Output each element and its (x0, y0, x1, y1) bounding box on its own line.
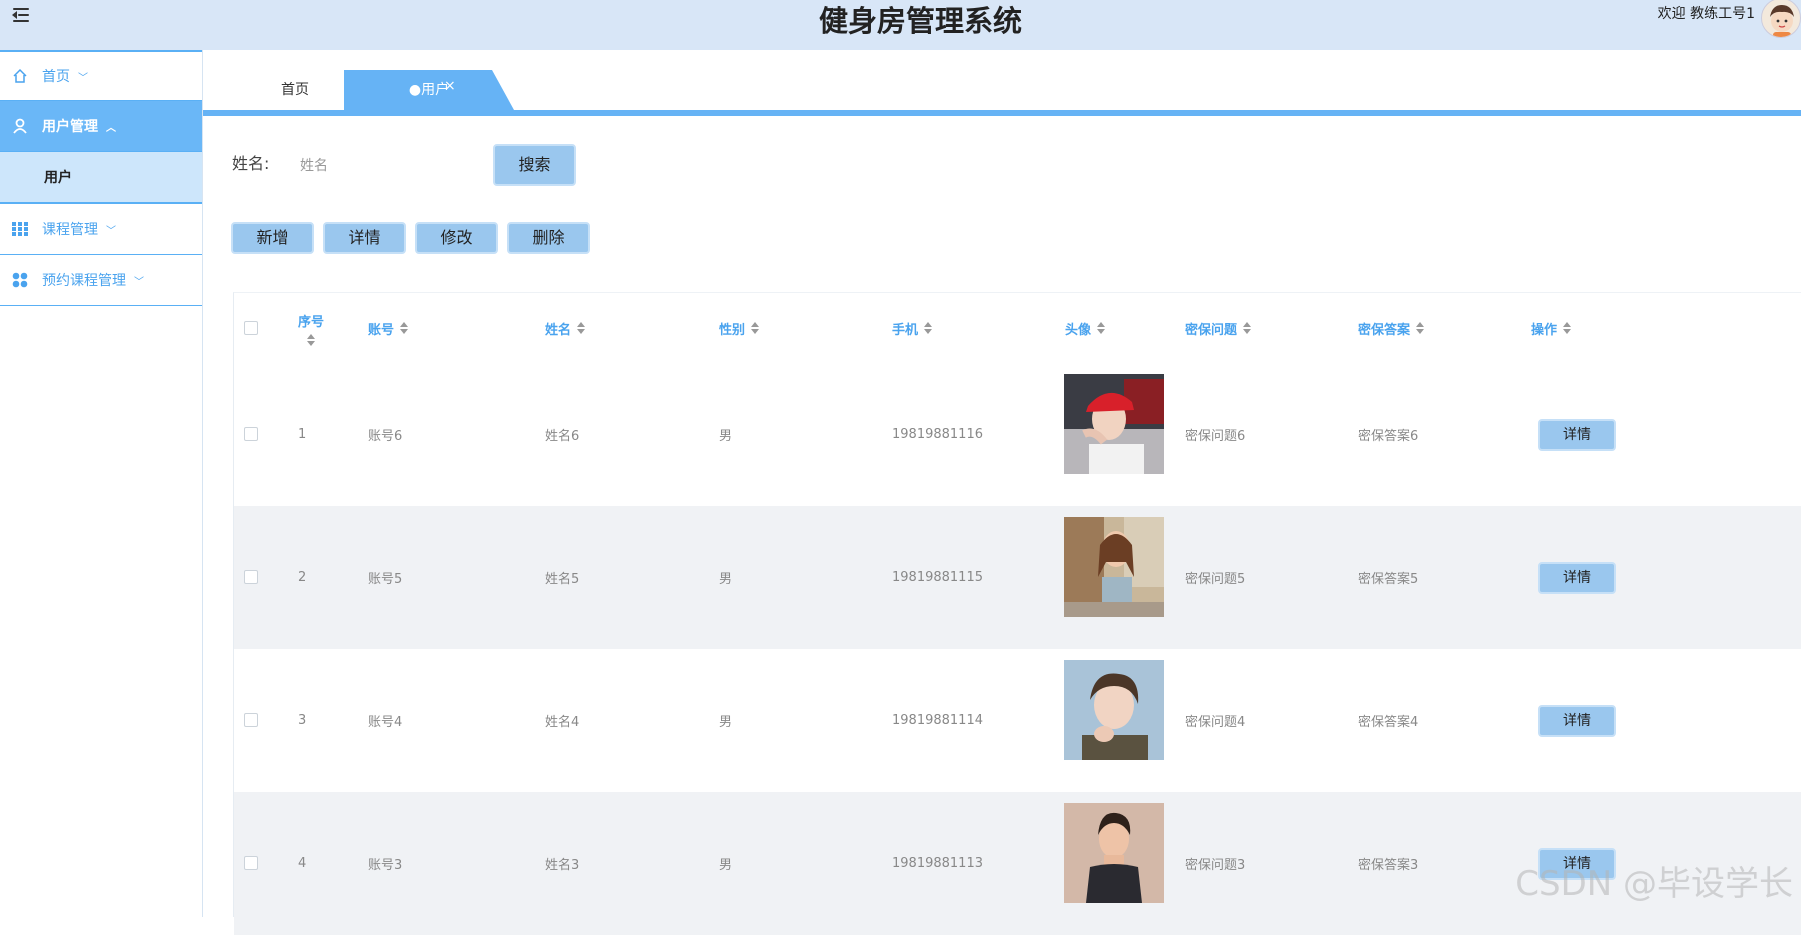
cell-name: 姓名4 (545, 649, 579, 792)
cell-name: 姓名6 (545, 363, 579, 506)
tab-user[interactable]: ●用户 × (344, 70, 514, 110)
cell-gender: 男 (719, 792, 732, 935)
sidebar-item-label: 课程管理 (42, 219, 98, 239)
grid-icon (12, 221, 28, 237)
cell-name: 姓名5 (545, 506, 579, 649)
cell-phone: 19819881116 (892, 363, 983, 506)
cell-gender: 男 (719, 649, 732, 792)
row-detail-button[interactable]: 详情 (1538, 562, 1616, 594)
top-header: 健身房管理系统 欢迎 教练工号1 (0, 0, 1801, 50)
cell-answer: 密保答案3 (1358, 792, 1418, 935)
cell-answer: 密保答案6 (1358, 363, 1418, 506)
avatar-photo (1064, 660, 1164, 760)
sort-icon[interactable] (307, 334, 315, 346)
delete-button[interactable]: 删除 (507, 222, 590, 254)
welcome-text: 欢迎 教练工号1 (1658, 0, 1755, 28)
column-header-phone[interactable]: 手机 (892, 293, 932, 363)
sidebar-item-label: 用户管理 (42, 116, 98, 136)
apps-icon (12, 272, 28, 288)
sort-icon[interactable] (1243, 322, 1251, 334)
row-checkbox[interactable] (244, 427, 258, 441)
chevron-down-icon: ﹀ (134, 273, 144, 288)
cell-question: 密保问题4 (1185, 649, 1245, 792)
chevron-up-icon: ︿ (106, 119, 116, 134)
cell-phone: 19819881114 (892, 649, 983, 792)
sort-icon[interactable] (1416, 322, 1424, 334)
sort-icon[interactable] (1563, 322, 1571, 334)
cell-answer: 密保答案4 (1358, 649, 1418, 792)
edit-button[interactable]: 修改 (415, 222, 498, 254)
avatar-photo (1064, 803, 1164, 903)
cell-question: 密保问题6 (1185, 363, 1245, 506)
column-header-name[interactable]: 姓名 (545, 293, 585, 363)
sidebar-item-home[interactable]: 首页 ﹀ (0, 50, 202, 101)
cell-index: 1 (298, 363, 306, 506)
cell-name: 姓名3 (545, 792, 579, 935)
sidebar: 首页 ﹀ 用户管理 ︿ 用户 课程管理 ﹀ 预约课程管理 ﹀ (0, 50, 203, 917)
search-input[interactable] (290, 150, 480, 180)
sidebar-subitem-user[interactable]: 用户 (0, 152, 202, 204)
sort-icon[interactable] (924, 322, 932, 334)
tab-bar: 首页 ●用户 × (203, 50, 1801, 116)
tab-home[interactable]: 首页 (249, 70, 341, 110)
table-row: 2 账号5 姓名5 男 19819881115 密保问题5 密保答案5 详情 (234, 506, 1801, 649)
cell-phone: 19819881115 (892, 506, 983, 649)
avatar-photo (1064, 517, 1164, 617)
cell-index: 3 (298, 649, 306, 792)
row-checkbox[interactable] (244, 856, 258, 870)
cell-gender: 男 (719, 363, 732, 506)
select-all-checkbox[interactable] (244, 321, 258, 335)
search-label: 姓名: (232, 152, 269, 176)
sidebar-item-course-management[interactable]: 课程管理 ﹀ (0, 204, 202, 255)
sort-icon[interactable] (577, 322, 585, 334)
table-header: 序号 账号 姓名 性别 手机 头像 密保问题 密保答案 操作 (234, 293, 1801, 363)
sidebar-item-label: 首页 (42, 66, 70, 86)
row-checkbox[interactable] (244, 570, 258, 584)
app-title: 健身房管理系统 (0, 0, 1801, 42)
detail-button[interactable]: 详情 (323, 222, 406, 254)
user-table: 序号 账号 姓名 性别 手机 头像 密保问题 密保答案 操作 1 账号6 姓名6… (233, 292, 1801, 917)
sidebar-item-booking-management[interactable]: 预约课程管理 ﹀ (0, 255, 202, 306)
column-header-avatar[interactable]: 头像 (1065, 293, 1105, 363)
cell-account: 账号3 (368, 792, 402, 935)
cell-index: 4 (298, 792, 306, 935)
table-row: 1 账号6 姓名6 男 19819881116 密保问题6 密保答案6 详情 (234, 363, 1801, 506)
home-icon (12, 68, 28, 84)
column-header-gender[interactable]: 性别 (719, 293, 759, 363)
cell-answer: 密保答案5 (1358, 506, 1418, 649)
cell-phone: 19819881113 (892, 792, 983, 935)
column-header-account[interactable]: 账号 (368, 293, 408, 363)
column-header-index[interactable]: 序号 (298, 293, 324, 363)
row-detail-button[interactable]: 详情 (1538, 419, 1616, 451)
add-button[interactable]: 新增 (231, 222, 314, 254)
sidebar-item-user-management[interactable]: 用户管理 ︿ (0, 101, 202, 152)
cell-account: 账号6 (368, 363, 402, 506)
chevron-down-icon: ﹀ (78, 69, 88, 84)
cell-question: 密保问题3 (1185, 792, 1245, 935)
sort-icon[interactable] (400, 322, 408, 334)
cell-account: 账号5 (368, 506, 402, 649)
close-icon[interactable]: × (444, 66, 456, 106)
cell-account: 账号4 (368, 649, 402, 792)
sidebar-item-label: 预约课程管理 (42, 270, 126, 290)
row-detail-button[interactable]: 详情 (1538, 848, 1616, 880)
column-header-answer[interactable]: 密保答案 (1358, 293, 1424, 363)
row-detail-button[interactable]: 详情 (1538, 705, 1616, 737)
sort-icon[interactable] (1097, 322, 1105, 334)
cell-index: 2 (298, 506, 306, 649)
cell-question: 密保问题5 (1185, 506, 1245, 649)
table-row: 4 账号3 姓名3 男 19819881113 密保问题3 密保答案3 详情 (234, 792, 1801, 935)
cell-gender: 男 (719, 506, 732, 649)
sort-icon[interactable] (751, 322, 759, 334)
column-header-question[interactable]: 密保问题 (1185, 293, 1251, 363)
search-button[interactable]: 搜索 (493, 144, 576, 186)
avatar-photo (1064, 374, 1164, 474)
row-checkbox[interactable] (244, 713, 258, 727)
column-header-action[interactable]: 操作 (1531, 293, 1571, 363)
chevron-down-icon: ﹀ (106, 222, 116, 237)
user-icon (12, 118, 28, 134)
table-row: 3 账号4 姓名4 男 19819881114 密保问题4 密保答案4 详情 (234, 649, 1801, 792)
